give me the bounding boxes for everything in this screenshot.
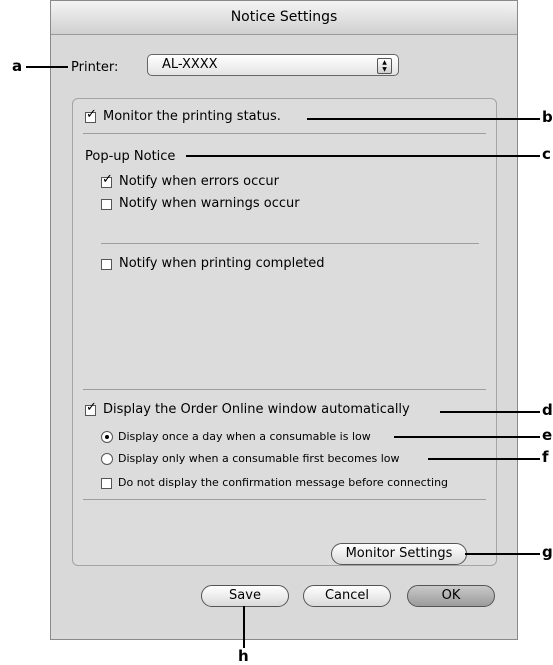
printer-select[interactable]: AL-XXXX ▲ ▼ [147, 54, 399, 76]
callout-f: f [542, 448, 549, 466]
callout-e: e [542, 426, 553, 444]
printer-label: Printer: [71, 60, 119, 75]
printer-select-value: AL-XXXX [162, 57, 218, 72]
order-online-checkbox[interactable]: ✓ [85, 401, 97, 416]
display-once-a-day-label: Display once a day when a consumable is … [118, 430, 371, 443]
display-first-low-radio[interactable] [101, 453, 113, 465]
notify-errors-label: Notify when errors occur [119, 174, 280, 189]
callout-g: g [542, 543, 553, 561]
notify-errors-checkbox[interactable]: ✓ [101, 173, 113, 188]
callout-line-g [465, 553, 540, 555]
notify-completed-checkbox[interactable] [101, 259, 112, 270]
notify-warnings-label: Notify when warnings occur [119, 196, 300, 211]
callout-line-h [243, 606, 245, 648]
callout-d: d [542, 401, 553, 419]
notify-warnings-checkbox[interactable] [101, 199, 112, 210]
checkmark-icon: ✓ [86, 107, 97, 122]
window-title: Notice Settings [51, 1, 517, 35]
monitor-status-checkbox[interactable]: ✓ [85, 108, 97, 123]
callout-line-a [26, 66, 68, 68]
ok-button[interactable]: OK [407, 585, 495, 607]
radio-selected-dot [105, 435, 109, 439]
divider [83, 499, 486, 500]
callout-line-c [186, 155, 540, 157]
popup-notice-heading: Pop-up Notice [85, 149, 176, 164]
notice-settings-window: Notice Settings Printer: AL-XXXX ▲ ▼ ✓ Mo… [50, 0, 518, 640]
checkmark-icon: ✓ [86, 400, 97, 415]
save-button[interactable]: Save [201, 585, 289, 607]
popup-stepper-icon: ▲ ▼ [377, 58, 392, 74]
callout-b: b [542, 108, 553, 126]
callout-a: a [12, 57, 23, 75]
order-online-label: Display the Order Online window automati… [103, 402, 410, 417]
callout-c: c [542, 145, 551, 163]
divider [83, 389, 486, 390]
monitor-settings-button[interactable]: Monitor Settings [331, 543, 467, 565]
settings-group-box: ✓ Monitor the printing status. Pop-up No… [72, 98, 497, 566]
callout-line-e [394, 436, 540, 438]
display-once-a-day-radio[interactable] [101, 431, 113, 443]
display-first-low-label: Display only when a consumable first bec… [118, 452, 400, 465]
callout-line-b [307, 118, 540, 120]
monitor-status-label: Monitor the printing status. [103, 109, 281, 124]
divider [83, 133, 486, 134]
no-confirm-label: Do not display the confirmation message … [118, 476, 449, 489]
callout-line-d [440, 411, 540, 413]
notify-completed-label: Notify when printing completed [119, 256, 325, 271]
no-confirm-checkbox[interactable] [101, 478, 112, 489]
checkmark-icon: ✓ [102, 172, 113, 187]
callout-line-f [428, 458, 540, 460]
divider [101, 243, 479, 244]
callout-h: h [238, 647, 249, 665]
cancel-button[interactable]: Cancel [303, 585, 391, 607]
